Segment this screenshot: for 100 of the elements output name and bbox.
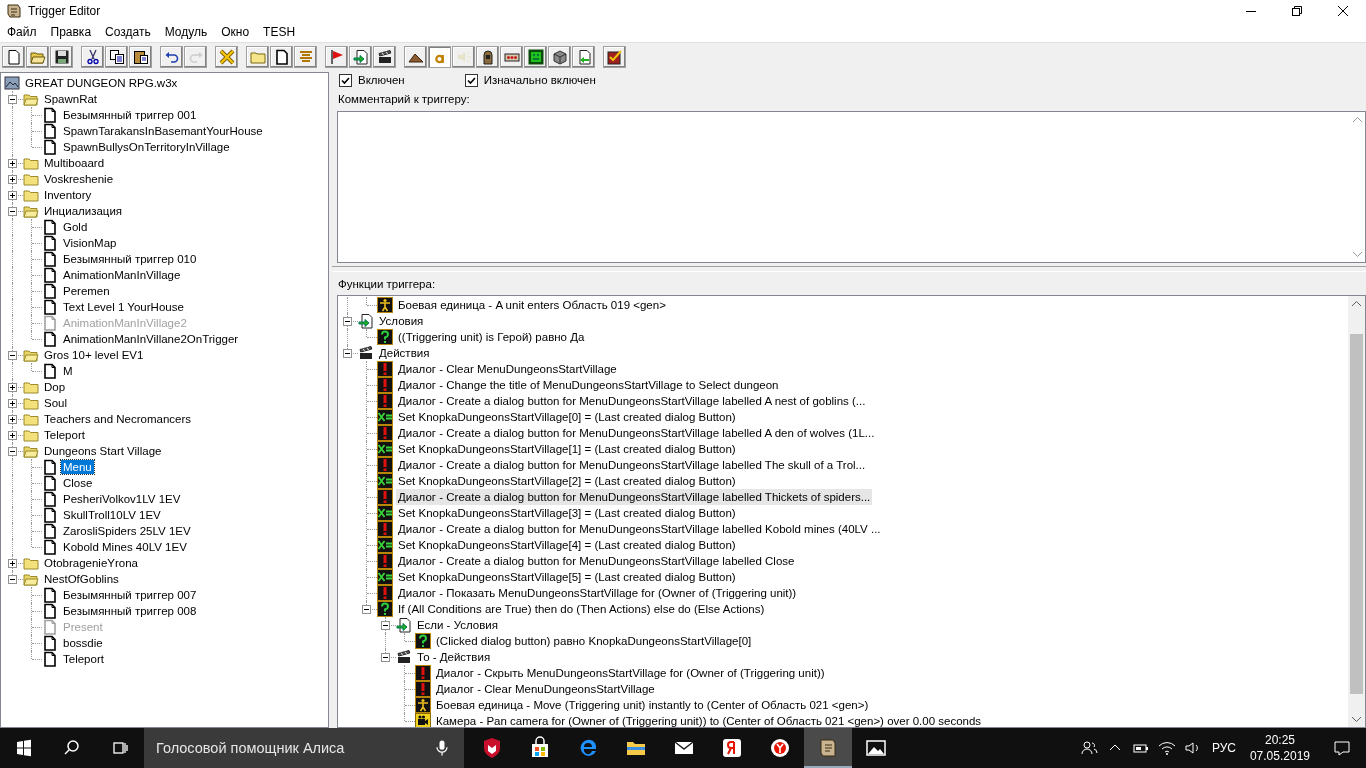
collapse-icon[interactable]: [8, 575, 17, 584]
collapse-icon[interactable]: [343, 317, 352, 326]
tree-item[interactable]: Gold: [61, 220, 90, 234]
expand-icon[interactable]: [8, 383, 17, 392]
scroll-down-icon[interactable]: [1352, 717, 1361, 722]
tree-item[interactable]: Kobold Mines 40LV 1EV: [61, 540, 189, 554]
delete-button[interactable]: [215, 46, 238, 68]
new-condition-button[interactable]: [349, 46, 372, 68]
function-item[interactable]: Set KnopkaDungeonsStartVillage[2] = (Last created dialog Button): [396, 473, 738, 489]
tree-item[interactable]: OtobragenieYrona: [42, 556, 140, 570]
function-item[interactable]: Диалог - Create a dialog button for MenuDungeonsStartVillage labelled The skull of a Trol...: [396, 457, 868, 473]
function-item[interactable]: Диалог - Скрыть MenuDungeonsStartVillage for (Owner of (Triggering unit)): [434, 665, 827, 681]
expand-icon[interactable]: [8, 191, 17, 200]
tree-item[interactable]: SpawnTarakansInBasemantYourHouse: [61, 124, 265, 138]
open-button[interactable]: [26, 46, 49, 68]
function-item[interactable]: (Clicked dialog button) равно KnopkaDungeonsStartVillage[0]: [434, 633, 754, 649]
tree-item[interactable]: Dop: [42, 380, 68, 394]
new-button[interactable]: [2, 46, 25, 68]
tree-item[interactable]: VisionMap: [61, 236, 119, 250]
language-indicator[interactable]: РУС: [1205, 741, 1242, 755]
monster-button[interactable]: [524, 46, 547, 68]
function-item[interactable]: Если - Условия: [415, 617, 500, 633]
function-item[interactable]: Диалог - Create a dialog button for MenuDungeonsStartVillage labelled Close: [396, 553, 797, 569]
menubar-entry[interactable]: Окно: [214, 25, 257, 39]
expand-icon[interactable]: [8, 399, 17, 408]
function-item[interactable]: Set KnopkaDungeonsStartVillage[0] = (Last created dialog Button): [396, 409, 738, 425]
function-item[interactable]: If (All Conditions are True) then do (Then Actions) else do (Else Actions): [396, 601, 767, 617]
function-item[interactable]: Боевая единица - Move (Triggering unit) instantly to (Center of Область 021 <gen>): [434, 697, 871, 713]
tree-item[interactable]: ZarosliSpiders 25LV 1EV: [61, 524, 193, 538]
function-item[interactable]: То - Действия: [415, 649, 493, 665]
box-button[interactable]: [548, 46, 571, 68]
tree-item[interactable]: Teachers and Necromancers: [42, 412, 193, 426]
terrain-button[interactable]: [404, 46, 427, 68]
tree-item[interactable]: Menu: [61, 460, 94, 474]
tree-item[interactable]: Teleport: [61, 652, 106, 666]
tree-item[interactable]: Gros 10+ level EV1: [42, 348, 146, 362]
menubar-entry[interactable]: Правка: [43, 25, 99, 39]
search-field[interactable]: Голосовой помощник Алиса: [144, 728, 464, 768]
tree-item[interactable]: NestOfGoblins: [42, 572, 121, 586]
tree-item[interactable]: Peremen: [61, 284, 112, 298]
tree-item[interactable]: Soul: [42, 396, 70, 410]
tree-item[interactable]: M: [61, 364, 75, 378]
function-item[interactable]: Диалог - Change the title of MenuDungeonsStartVillage to Select dungeon: [396, 377, 781, 393]
new-comment-button[interactable]: [294, 46, 317, 68]
tree-item[interactable]: Безымянный триггер 001: [61, 108, 199, 122]
tree-item[interactable]: Инциализация: [42, 204, 125, 218]
tree-item[interactable]: Безымянный триггер 008: [61, 604, 199, 618]
clock[interactable]: 20:25 07.05.2019: [1241, 732, 1318, 764]
expand-icon[interactable]: [8, 431, 17, 440]
function-item[interactable]: Set KnopkaDungeonsStartVillage[3] = (Last created dialog Button): [396, 505, 738, 521]
tree-item[interactable]: Inventory: [42, 188, 94, 202]
tree-item[interactable]: bossdie: [61, 636, 105, 650]
cut-button[interactable]: [81, 46, 104, 68]
menubar-entry[interactable]: Создать: [98, 25, 158, 39]
function-item[interactable]: Set KnopkaDungeonsStartVillage[5] = (Last created dialog Button): [396, 569, 738, 585]
function-item[interactable]: Боевая единица - A unit enters Область 019 <gen>: [396, 297, 668, 313]
copy-button[interactable]: [105, 46, 128, 68]
tree-item[interactable]: Dungeons Start Village: [42, 444, 164, 458]
collapse-icon[interactable]: [343, 349, 352, 358]
menubar-entry[interactable]: Модуль: [157, 25, 215, 39]
collapse-icon[interactable]: [8, 207, 17, 216]
tree-item[interactable]: Teleport: [42, 428, 87, 442]
import-button[interactable]: [572, 46, 595, 68]
new-event-button[interactable]: [325, 46, 348, 68]
tree-item[interactable]: Безымянный триггер 010: [61, 252, 199, 266]
function-item[interactable]: Камера - Pan camera for (Owner of (Triggering unit)) to (Center of Область 021 <gen>) over 0.00 seconds: [434, 713, 984, 727]
tree-item[interactable]: GREAT DUNGEON RPG.w3x: [23, 76, 180, 90]
scroll-down-icon[interactable]: [1352, 252, 1362, 257]
function-item[interactable]: Диалог - Показать MenuDungeonsStartVillage for (Owner of (Triggering unit)): [396, 585, 799, 601]
tree-item[interactable]: PesheriVolkov1LV 1EV: [61, 492, 183, 506]
tree-item[interactable]: Voskreshenie: [42, 172, 116, 186]
scrollbar[interactable]: [1348, 296, 1365, 727]
new-category-button[interactable]: [246, 46, 269, 68]
menubar-entry[interactable]: Файл: [0, 25, 44, 39]
tree-item[interactable]: Text Level 1 YourHouse: [61, 300, 186, 314]
function-item[interactable]: Диалог - Create a dialog button for MenuDungeonsStartVillage labelled Thickets of spiders...: [396, 489, 873, 505]
new-trigger-button[interactable]: [270, 46, 293, 68]
function-item[interactable]: Диалог - Create a dialog button for MenuDungeonsStartVillage labelled Kobold mines (40LV ...: [396, 521, 883, 537]
new-action-button[interactable]: [373, 46, 396, 68]
function-item[interactable]: Set KnopkaDungeonsStartVillage[4] = (Last created dialog Button): [396, 537, 738, 553]
function-item[interactable]: Set KnopkaDungeonsStartVillage[1] = (Last created dialog Button): [396, 441, 738, 457]
function-item[interactable]: Диалог - Clear MenuDungeonsStartVillage: [434, 681, 657, 697]
tree-item[interactable]: SkullTroll10LV 1EV: [61, 508, 163, 522]
test-map-button[interactable]: [603, 46, 626, 68]
collapse-icon[interactable]: [381, 653, 390, 662]
tree-item[interactable]: AnimationManInVillane2OnTrigger: [61, 332, 241, 346]
tree-item[interactable]: SpawnRat: [42, 92, 100, 106]
scroll-up-icon[interactable]: [1352, 301, 1361, 306]
checkbox[interactable]: [464, 73, 478, 87]
unit-button[interactable]: [476, 46, 499, 68]
tree-item[interactable]: Close: [61, 476, 95, 490]
function-item[interactable]: Диалог - Create a dialog button for MenuDungeonsStartVillage labelled A den of wolves (1L...: [396, 425, 877, 441]
expand-icon[interactable]: [8, 559, 17, 568]
function-item[interactable]: ((Triggering unit) is Герой) равно Да: [396, 329, 587, 345]
function-item[interactable]: Диалог - Create a dialog button for MenuDungeonsStartVillage labelled A nest of goblins (...: [396, 393, 868, 409]
collapse-icon[interactable]: [8, 351, 17, 360]
collapse-icon[interactable]: [8, 95, 17, 104]
collapse-icon[interactable]: [362, 605, 371, 614]
expand-icon[interactable]: [8, 175, 17, 184]
function-item[interactable]: Действия: [377, 345, 432, 361]
